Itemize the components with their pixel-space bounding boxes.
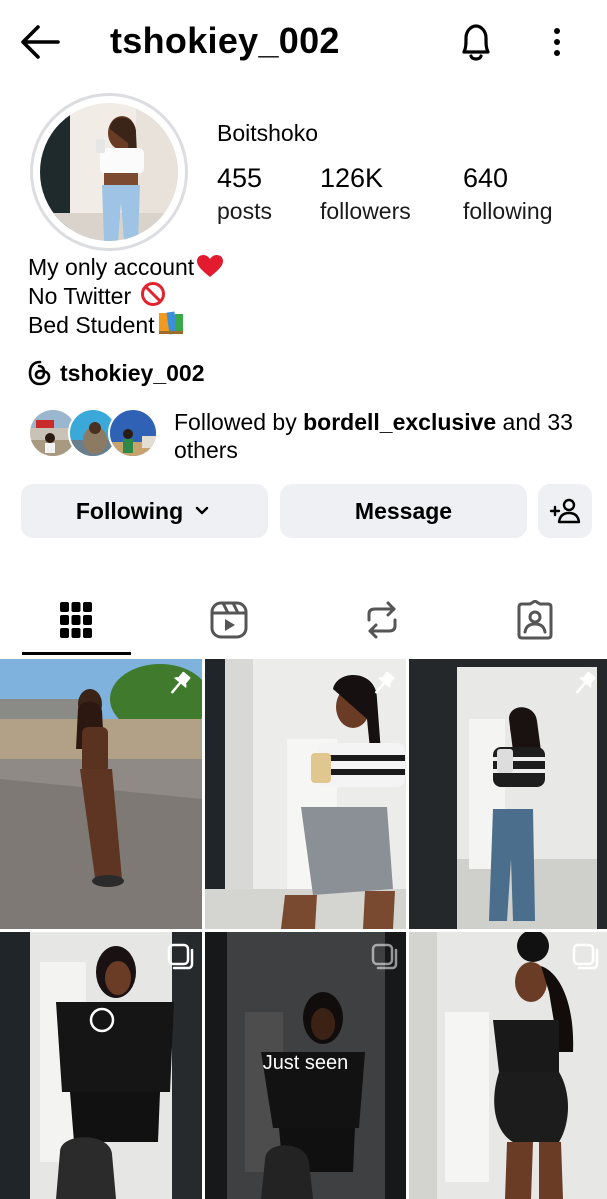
stat-followers-value: 126K: [320, 163, 384, 193]
following-button[interactable]: Following: [21, 484, 268, 538]
bio: My only account No Twitter Bed Student: [28, 254, 224, 339]
more-vertical-icon[interactable]: [541, 22, 573, 62]
followed-by-name: bordell_exclusive: [303, 409, 497, 435]
mutual-avatar: [108, 408, 158, 458]
message-button-label: Message: [354, 497, 453, 524]
profile-tabs: [0, 585, 607, 657]
post-tile[interactable]: [205, 659, 406, 929]
multi-photo-icon: [371, 943, 398, 970]
display-name: Boitshoko: [217, 120, 319, 146]
pin-icon: [375, 671, 395, 694]
stat-posts-value: 455: [217, 163, 263, 193]
stat-following[interactable]: 640 following: [463, 163, 553, 225]
pin-icon: [576, 671, 596, 694]
post-image: [205, 659, 406, 929]
following-button-label: Following: [75, 497, 184, 524]
bell-icon[interactable]: [455, 20, 497, 64]
add-person-icon: [549, 498, 581, 524]
stat-followers-label: followers: [320, 198, 411, 224]
profile-username-title: tshokiey_002: [110, 20, 340, 61]
grid-icon: [59, 602, 92, 638]
stat-posts-label: posts: [217, 198, 272, 224]
followed-by-text[interactable]: Followed by bordell_exclusive and 33 oth…: [174, 408, 594, 464]
arrow-left-icon[interactable]: [18, 22, 62, 62]
bio-line: No Twitter: [28, 281, 224, 310]
post-image: [0, 932, 202, 1199]
add-person-button[interactable]: [538, 484, 592, 538]
stat-posts[interactable]: 455 posts: [217, 163, 272, 225]
multi-photo-icon: [572, 943, 599, 970]
tab-grid[interactable]: [0, 585, 151, 655]
stat-followers[interactable]: 126K followers: [320, 163, 411, 225]
followed-by-prefix: Followed by: [174, 409, 304, 435]
just-seen-label: Just seen: [262, 1052, 349, 1074]
bio-text: Bed Student: [28, 312, 155, 338]
threads-icon: [28, 360, 51, 386]
post-tile[interactable]: [0, 932, 202, 1199]
multi-photo-icon: [167, 943, 194, 970]
heart-icon: [197, 255, 224, 277]
post-image: [0, 659, 202, 929]
reels-icon: [210, 601, 247, 639]
top-bar: tshokiey_002: [0, 0, 607, 86]
post-tile[interactable]: [0, 659, 202, 929]
tagged-icon: [517, 600, 552, 640]
books-icon: [158, 311, 183, 335]
tab-reposts[interactable]: [306, 585, 457, 655]
post-image: [409, 932, 607, 1199]
post-image: [409, 659, 607, 929]
reposts-icon: [367, 601, 396, 639]
no-entry-icon: [140, 282, 165, 306]
bio-text: My only account: [28, 254, 195, 280]
post-grid: Just seen: [0, 659, 607, 1199]
active-tab-indicator: [22, 652, 131, 655]
post-tile[interactable]: [409, 659, 607, 929]
mutual-avatars[interactable]: [28, 408, 160, 460]
avatar[interactable]: [40, 103, 178, 241]
post-tile[interactable]: [409, 932, 607, 1199]
message-button[interactable]: Message: [280, 484, 527, 538]
post-tile[interactable]: Just seen: [205, 932, 406, 1199]
bio-line: My only account: [28, 254, 224, 281]
bio-text: No Twitter: [28, 283, 132, 309]
tab-reels[interactable]: [153, 585, 304, 655]
stat-following-label: following: [463, 198, 553, 224]
chevron-down-icon: [195, 506, 209, 515]
stat-following-value: 640: [463, 163, 509, 193]
pin-icon: [171, 671, 191, 694]
threads-handle: tshokiey_002: [60, 359, 205, 386]
bio-line: Bed Student: [28, 310, 224, 339]
tab-tagged[interactable]: [459, 585, 607, 655]
threads-badge[interactable]: tshokiey_002: [28, 358, 204, 388]
